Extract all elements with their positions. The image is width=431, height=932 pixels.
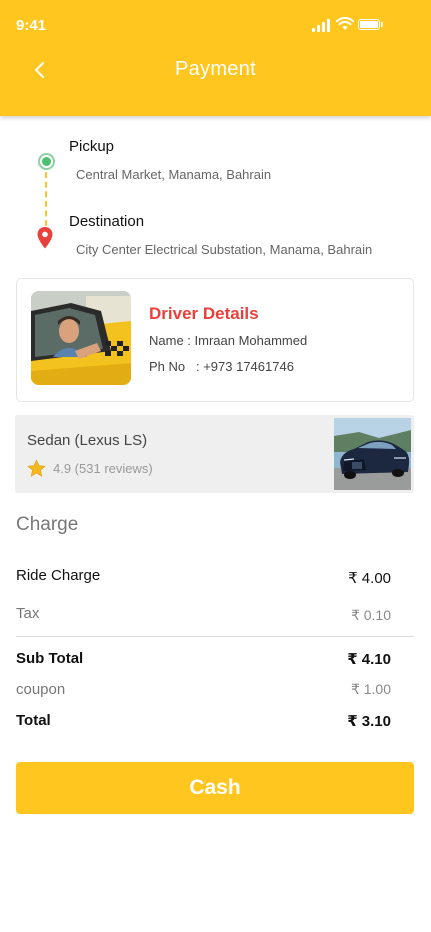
car-name: Sedan (Lexus LS): [27, 432, 148, 449]
destination-address: City Center Electrical Substation, Manam…: [76, 242, 373, 257]
battery-icon: [358, 19, 383, 30]
driver-details-title: Driver Details: [149, 304, 259, 323]
car-rating: 4.9 (531 reviews): [53, 461, 153, 476]
ride-charge-amount: ₹ 4.00: [348, 570, 391, 587]
status-bar: 9:41: [0, 0, 431, 52]
tax-label: Tax: [16, 605, 40, 622]
route-connector: [45, 172, 47, 226]
driver-phone[interactable]: Ph No : +973 17461746: [149, 359, 294, 374]
subtotal-label: Sub Total: [16, 650, 84, 667]
car-image: [334, 418, 411, 490]
signal-icon: [312, 18, 330, 32]
destination-label: Destination: [69, 213, 145, 230]
page-title: Payment: [174, 58, 257, 80]
app-header: 9:41 Payment: [0, 0, 431, 116]
location-pin-icon: [37, 227, 53, 249]
ride-charge-label: Ride Charge: [16, 567, 101, 584]
subtotal-amount: ₹ 4.10: [347, 651, 391, 668]
car-card[interactable]: Sedan (Lexus LS) 4.9 (531 reviews): [15, 415, 414, 493]
coupon-label: coupon: [16, 681, 66, 698]
pickup-label: Pickup: [69, 138, 115, 155]
pickup-address: Central Market, Manama, Bahrain: [76, 167, 272, 182]
wifi-icon: [336, 17, 354, 30]
driver-photo: [31, 291, 131, 385]
charge-heading: Charge: [16, 514, 79, 535]
driver-name: Name : Imraan Mohammed: [149, 333, 308, 348]
total-amount: ₹ 3.10: [347, 713, 391, 730]
tax-amount: ₹ 0.10: [350, 607, 391, 623]
coupon-amount: ₹ 1.00: [350, 681, 391, 697]
star-icon: [27, 459, 46, 477]
total-label: Total: [16, 712, 51, 729]
cash-button[interactable]: Cash: [16, 762, 414, 814]
status-time: 9:41: [16, 17, 47, 34]
pickup-dot-icon: [38, 153, 55, 170]
charges-divider: [16, 636, 414, 637]
driver-card: Driver Details Name : Imraan Mohammed Ph…: [16, 278, 414, 402]
route-summary: Pickup Central Market, Manama, Bahrain D…: [0, 130, 431, 270]
